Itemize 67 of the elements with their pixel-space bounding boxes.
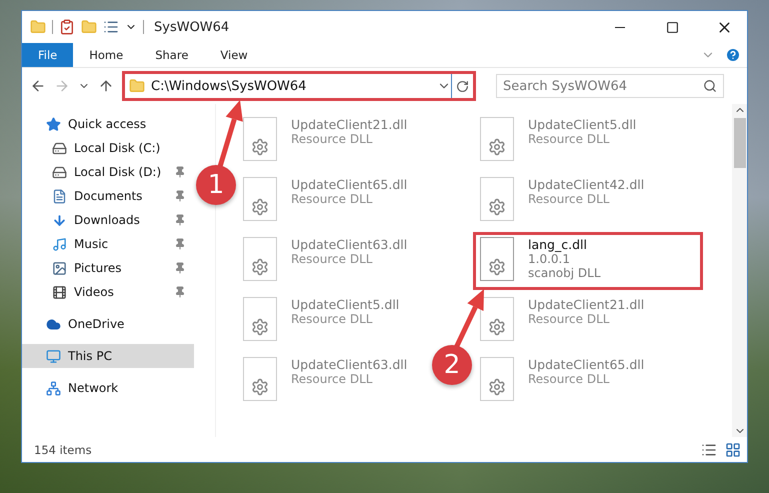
file-item[interactable]: UpdateClient5.dll Resource DLL: [236, 292, 406, 350]
refresh-icon: [456, 80, 469, 92]
maximize-icon: [666, 20, 678, 34]
monitor-icon: [46, 348, 61, 364]
folder-icon: [129, 78, 145, 94]
file-item[interactable]: UpdateClient21.dll Resource DLL: [473, 292, 652, 350]
sidebar-item[interactable]: Downloads: [22, 208, 194, 232]
gear-file-icon: [480, 177, 514, 221]
gear-file-icon: [243, 177, 277, 221]
ribbon-tab[interactable]: View: [204, 43, 264, 67]
pin-icon[interactable]: [174, 166, 186, 178]
gear-file-icon: [480, 297, 514, 341]
music-note-icon: [52, 236, 67, 252]
properties-icon[interactable]: [103, 19, 119, 35]
scrollbar[interactable]: [732, 104, 747, 437]
sidebar-item[interactable]: Network: [22, 376, 194, 400]
gear-file-icon: [480, 117, 514, 161]
checklist-icon[interactable]: [59, 19, 75, 35]
sidebar-item[interactable]: Quick access: [22, 112, 194, 136]
file-item[interactable]: UpdateClient65.dll Resource DLL: [236, 172, 414, 230]
file-item[interactable]: UpdateClient5.dll Resource DLL: [473, 112, 644, 170]
pin-icon[interactable]: [174, 214, 186, 226]
details-view-icon[interactable]: [701, 442, 717, 458]
gear-file-icon: [243, 237, 277, 281]
pin-icon[interactable]: [174, 238, 186, 250]
sidebar-item[interactable]: Local Disk (C:): [22, 136, 194, 160]
picture-icon: [52, 260, 67, 276]
drive-icon: [52, 164, 67, 180]
item-count: 154 items: [34, 442, 92, 456]
sidebar-item[interactable]: OneDrive: [22, 312, 194, 336]
star-icon: [46, 116, 61, 132]
document-icon: [52, 188, 67, 204]
file-item[interactable]: UpdateClient63.dll Resource DLL: [236, 352, 414, 410]
drive-icon: [52, 140, 67, 156]
cloud-icon: [46, 316, 61, 332]
scrollbar-thumb[interactable]: [734, 118, 746, 168]
ribbon-tab[interactable]: File: [22, 43, 74, 67]
film-icon: [52, 284, 67, 300]
gear-file-icon: [243, 117, 277, 161]
search-icon: [703, 79, 717, 93]
sidebar-item[interactable]: Music: [22, 232, 194, 256]
network-icon: [46, 380, 61, 396]
gear-file-icon: [480, 237, 514, 281]
file-item[interactable]: UpdateClient63.dll Resource DLL: [236, 232, 414, 290]
gear-file-icon: [243, 297, 277, 341]
file-item[interactable]: lang_c.dll 1.0.0.1 scanobj DLL: [473, 232, 703, 290]
ribbon-tab[interactable]: Share: [139, 43, 204, 67]
pin-icon[interactable]: [174, 262, 186, 274]
sidebar-item[interactable]: This PC: [22, 344, 194, 368]
pin-icon[interactable]: [174, 190, 186, 202]
sidebar-item[interactable]: Pictures: [22, 256, 194, 280]
search-field[interactable]: Search SysWOW64: [496, 74, 724, 98]
file-item[interactable]: UpdateClient42.dll Resource DLL: [473, 172, 652, 230]
pin-icon[interactable]: [174, 286, 186, 298]
ribbon-tab[interactable]: Home: [73, 43, 140, 67]
down-arrow-icon: [52, 212, 67, 228]
window-title: SysWOW64: [154, 20, 230, 34]
sidebar-item[interactable]: Videos: [22, 280, 194, 304]
sidebar-item[interactable]: Local Disk (D:): [22, 160, 194, 184]
large-icons-view-icon[interactable]: [725, 442, 741, 458]
minimize-icon: [615, 26, 625, 28]
sidebar-item[interactable]: Documents: [22, 184, 194, 208]
gear-file-icon: [243, 357, 277, 401]
gear-file-icon: [480, 357, 514, 401]
address-field[interactable]: C:\Windows\SysWOW64: [125, 74, 451, 98]
file-item[interactable]: UpdateClient65.dll Resource DLL: [473, 352, 652, 410]
file-item[interactable]: UpdateClient21.dll Resource DLL: [236, 112, 414, 170]
